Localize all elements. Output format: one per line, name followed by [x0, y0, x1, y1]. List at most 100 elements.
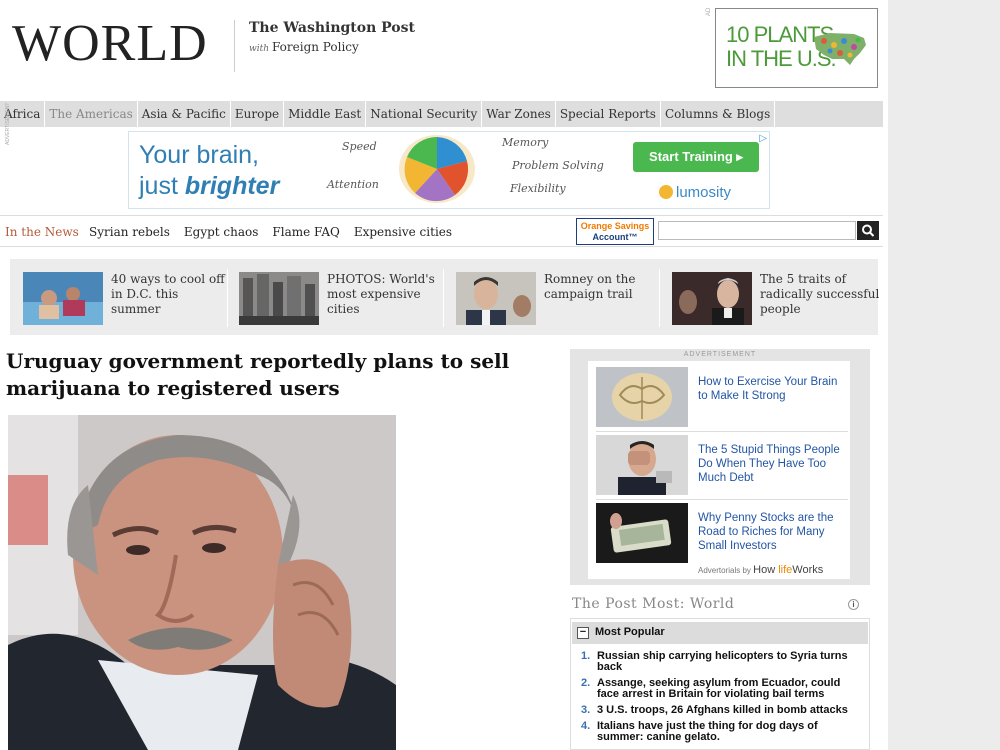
advertorial-item[interactable]: How to Exercise Your Brain to Make It St… [596, 367, 848, 429]
advertorial-text[interactable]: The 5 Stupid Things People Do When They … [698, 443, 848, 485]
lumosity-banner-ad[interactable]: Your brain, just brighter Speed Attentio… [128, 131, 770, 209]
promo-divider [227, 269, 228, 327]
post-most-title: The Post Most: World [572, 596, 735, 612]
list-item[interactable]: 2. Assange, seeking asylum from Ecuador, … [581, 678, 863, 700]
masthead: WORLD The Washington Post with Foreign Po… [0, 0, 888, 98]
post-most-box: − Most Popular 1. Russian ship carrying h… [570, 618, 870, 750]
lumosity-headline-line-2: just brighter [139, 171, 279, 202]
promo-text[interactable]: The 5 traits of radically successful peo… [760, 272, 880, 317]
masthead-divider [234, 20, 235, 72]
post-most-list: 1. Russian ship carrying helicopters to S… [581, 651, 863, 748]
promo-text[interactable]: 40 ways to cool off in D.C. this summer [111, 272, 231, 317]
nav-item-europe[interactable]: Europe [231, 101, 285, 127]
list-item-number: 4. [581, 720, 591, 732]
nav-item-war-zones[interactable]: War Zones [482, 101, 556, 127]
top-ad-label: AD [706, 7, 712, 16]
advertorial-thumbnail-debt[interactable] [596, 435, 688, 495]
list-item-number: 3. [581, 704, 591, 716]
howlifeworks-logo: How lifeWorks [753, 564, 823, 576]
search-input[interactable] [658, 221, 856, 240]
advertorial-separator [596, 431, 848, 432]
list-item[interactable]: 4. Italians have just the thing for dog d… [581, 721, 863, 743]
nav-item-national-security[interactable]: National Security [366, 101, 483, 127]
news-link-egypt-chaos[interactable]: Egypt chaos [184, 225, 259, 239]
list-item-number: 1. [581, 650, 591, 662]
sponsor-line-1: Orange Savings [580, 221, 650, 231]
lumosity-headline-brighter: brighter [184, 172, 280, 200]
list-item[interactable]: 1. Russian ship carrying helicopters to S… [581, 651, 863, 673]
list-item-link[interactable]: 3 U.S. troops, 26 Afghans killed in bomb… [597, 705, 848, 716]
ad-side-label: ADVERTISEMENT [5, 102, 11, 145]
adchoices-icon[interactable]: ▷ [759, 133, 767, 144]
promo-thumbnail-pool[interactable] [23, 272, 103, 325]
list-item-number: 2. [581, 677, 591, 689]
news-link-expensive-cities[interactable]: Expensive cities [354, 225, 452, 239]
advertorial-footer[interactable]: Advertorials by How lifeWorks [698, 564, 823, 576]
howlifeworks-logo-works: Works [792, 564, 824, 576]
list-item[interactable]: 3. 3 U.S. troops, 26 Afghans killed in bo… [581, 705, 863, 716]
start-training-button[interactable]: Start Training ▸ [633, 142, 759, 172]
nav-item-asia-pacific[interactable]: Asia & Pacific [138, 101, 231, 127]
advertorial-text[interactable]: How to Exercise Your Brain to Make It St… [698, 375, 848, 403]
advertorial-thumbnail-brain[interactable] [596, 367, 688, 427]
sponsor-line-2: Account™ [592, 232, 638, 242]
partner-name: Foreign Policy [272, 40, 359, 54]
post-most-tab[interactable]: − Most Popular [572, 622, 868, 644]
advertorial-item[interactable]: Why Penny Stocks are the Road to Riches … [596, 503, 848, 565]
list-item-link[interactable]: Assange, seeking asylum from Ecuador, co… [597, 678, 863, 700]
publisher-logo[interactable]: The Washington Post [249, 20, 415, 36]
list-item-link[interactable]: Italians have just the thing for dog day… [597, 721, 863, 743]
lumosity-label-problem-solving: Problem Solving [512, 159, 604, 172]
article-headline[interactable]: Uruguay government reportedly plans to s… [6, 348, 551, 402]
post-most-tab-label: Most Popular [595, 626, 665, 638]
howlifeworks-logo-how: How [753, 564, 779, 576]
partner-line[interactable]: with Foreign Policy [249, 40, 359, 54]
promo-item[interactable]: PHOTOS: World's most expensive cities [239, 272, 444, 326]
list-item-link[interactable]: Russian ship carrying helicopters to Syr… [597, 651, 863, 673]
in-the-news-label: In the News [5, 225, 79, 239]
news-link-flame-faq[interactable]: Flame FAQ [272, 225, 339, 239]
nav-item-middle-east[interactable]: Middle East [284, 101, 367, 127]
promo-thumbnail-romney[interactable] [456, 272, 536, 325]
promo-divider [443, 269, 444, 327]
lumosity-label-speed: Speed [342, 140, 377, 153]
promo-strip: 40 ways to cool off in D.C. this summer … [10, 259, 880, 335]
brain-chart-icon [399, 135, 475, 203]
advertorial-thumbnail-money[interactable] [596, 503, 688, 563]
promo-thumbnail-city[interactable] [239, 272, 319, 325]
news-link-syrian-rebels[interactable]: Syrian rebels [89, 225, 170, 239]
promo-thumbnail-spielberg[interactable] [672, 272, 752, 325]
promo-item[interactable]: 40 ways to cool off in D.C. this summer [23, 272, 228, 326]
lumosity-headline-line-1: Your brain, [139, 141, 259, 169]
advertorial-box: ADVERTISEMENT How to Exercise Your Brain… [570, 349, 870, 585]
top-banner-ad[interactable]: 10 PLANTS IN THE U.S. [715, 8, 878, 88]
advertorial-text[interactable]: Why Penny Stocks are the Road to Riches … [698, 511, 848, 553]
lumosity-logo-icon [659, 185, 673, 199]
info-icon[interactable]: i [848, 599, 859, 610]
howlifeworks-logo-life: life [778, 564, 793, 576]
promo-item[interactable]: Romney on the campaign trail [456, 272, 661, 326]
advertorial-separator [596, 499, 848, 500]
collapse-icon[interactable]: − [577, 627, 589, 639]
nav-item-columns-blogs[interactable]: Columns & Blogs [661, 101, 776, 127]
nav-item-special-reports[interactable]: Special Reports [556, 101, 661, 127]
lumosity-logo[interactable]: lumosity [659, 184, 731, 201]
browser-background [888, 0, 1000, 750]
search-button[interactable] [857, 221, 879, 240]
in-the-news-links: Syrian rebels Egypt chaos Flame FAQ Expe… [89, 225, 452, 239]
promo-divider [659, 269, 660, 327]
section-title[interactable]: WORLD [12, 14, 208, 73]
promo-text[interactable]: Romney on the campaign trail [544, 272, 664, 302]
promo-text[interactable]: PHOTOS: World's most expensive cities [327, 272, 447, 317]
web-page: WORLD The Washington Post with Foreign Po… [0, 0, 888, 750]
article-hero-image[interactable] [8, 415, 396, 750]
sponsor-logo[interactable]: Orange Savings Account™ [576, 218, 654, 245]
advertorial-footer-prefix: Advertorials by [698, 566, 751, 575]
lumosity-label-flexibility: Flexibility [510, 182, 566, 195]
nav-item-the-americas[interactable]: The Americas [45, 101, 138, 127]
advertorial-label: ADVERTISEMENT [683, 351, 757, 358]
lumosity-headline-just: just [139, 172, 185, 200]
promo-item[interactable]: The 5 traits of radically successful peo… [672, 272, 880, 326]
lumosity-label-memory: Memory [502, 136, 549, 149]
advertorial-item[interactable]: The 5 Stupid Things People Do When They … [596, 435, 848, 497]
